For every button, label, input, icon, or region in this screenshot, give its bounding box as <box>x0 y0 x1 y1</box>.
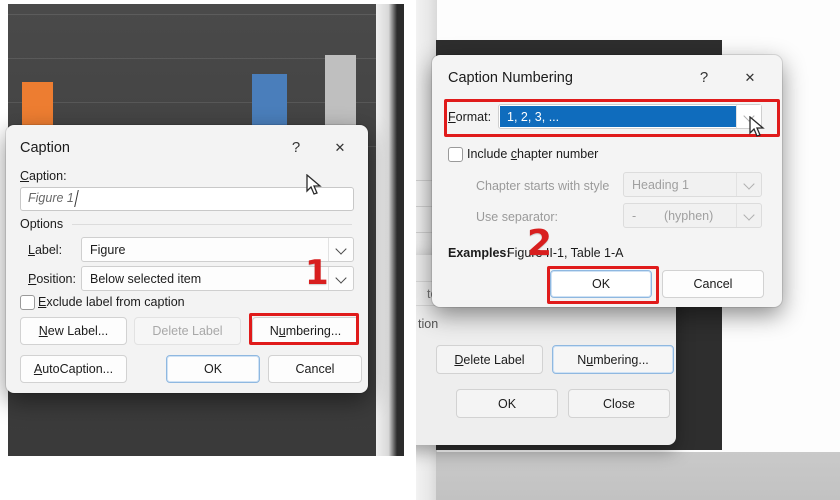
numbering-button[interactable]: Numbering... <box>252 317 359 345</box>
chevron-down-icon[interactable] <box>328 267 353 290</box>
examples-label: Examples: <box>448 246 511 260</box>
caption-input[interactable]: Figure 1 <box>20 187 354 211</box>
include-chapter-checkbox[interactable] <box>448 147 463 162</box>
new-label-button[interactable]: New Label... <box>20 317 127 345</box>
background-exclude-text: tion <box>418 317 439 331</box>
chapter-style-combo[interactable]: Heading 1 <box>623 172 762 197</box>
right-panel: ted item tion Delete Label Numbering... … <box>416 0 840 500</box>
numbering-cancel-button[interactable]: Cancel <box>662 270 764 298</box>
examples-value: Figure II-1, Table 1-A <box>507 246 624 260</box>
format-combo-value: 1, 2, 3, ... <box>507 109 560 124</box>
close-icon[interactable]: ✕ <box>326 136 354 160</box>
options-group-label: Options <box>20 217 64 231</box>
chevron-down-icon[interactable] <box>736 204 761 227</box>
panel-divider <box>414 0 416 500</box>
format-label: Format: <box>448 110 492 124</box>
text-caret <box>74 190 79 207</box>
separator-combo[interactable]: - (hyphen) <box>623 203 762 228</box>
include-chapter-text: Include chapter number <box>467 147 599 161</box>
chapter-style-value: Heading 1 <box>632 177 689 192</box>
chart-gridline <box>8 14 404 15</box>
chevron-down-icon[interactable] <box>736 173 761 196</box>
position-combo-value: Below selected item <box>90 271 202 286</box>
step-1-annotation: 1 <box>305 253 329 293</box>
format-combo[interactable]: 1, 2, 3, ... <box>498 104 762 129</box>
autocaption-button[interactable]: AutoCaption... <box>20 355 127 383</box>
chevron-down-icon[interactable] <box>736 105 761 128</box>
slide-right-edge <box>376 4 404 456</box>
caption-field-label: Caption: <box>20 169 67 183</box>
numbering-dialog-title: Caption Numbering <box>448 70 573 86</box>
separator-value: - (hyphen) <box>632 208 714 223</box>
exclude-label-text: Exclude label from caption <box>38 295 185 309</box>
label-combo-value: Figure <box>90 242 126 257</box>
screenshot-root: Caption ? ✕ Caption: Figure 1 Options La… <box>0 0 840 500</box>
background-ok-button[interactable]: OK <box>456 389 558 418</box>
help-icon[interactable]: ? <box>690 66 718 90</box>
chapter-style-label: Chapter starts with style <box>476 179 610 193</box>
ok-button[interactable]: OK <box>166 355 260 383</box>
background-close-button[interactable]: Close <box>568 389 670 418</box>
exclude-label-checkbox[interactable] <box>20 295 35 310</box>
separator-label: Use separator: <box>476 210 558 224</box>
delete-label-button[interactable]: Delete Label <box>134 317 241 345</box>
options-divider <box>72 224 352 225</box>
label-field-label: Label: <box>28 243 63 257</box>
background-delete-label-button[interactable]: Delete Label <box>436 345 543 374</box>
chevron-down-icon[interactable] <box>328 238 353 261</box>
bottom-gray-strip <box>436 452 840 500</box>
numbering-ok-button[interactable]: OK <box>550 270 652 298</box>
step-2-annotation: 2 <box>527 223 553 264</box>
cancel-button[interactable]: Cancel <box>268 355 362 383</box>
caption-input-value: Figure 1 <box>28 191 74 205</box>
close-icon[interactable]: ✕ <box>736 66 764 90</box>
help-icon[interactable]: ? <box>282 136 310 160</box>
background-numbering-button[interactable]: Numbering... <box>552 345 674 374</box>
left-panel: Caption ? ✕ Caption: Figure 1 Options La… <box>0 0 414 500</box>
caption-dialog-title: Caption <box>20 140 70 156</box>
position-field-label: Position: <box>28 272 76 286</box>
caption-numbering-dialog: Caption Numbering ? ✕ Format: 1, 2, 3, .… <box>432 55 782 307</box>
